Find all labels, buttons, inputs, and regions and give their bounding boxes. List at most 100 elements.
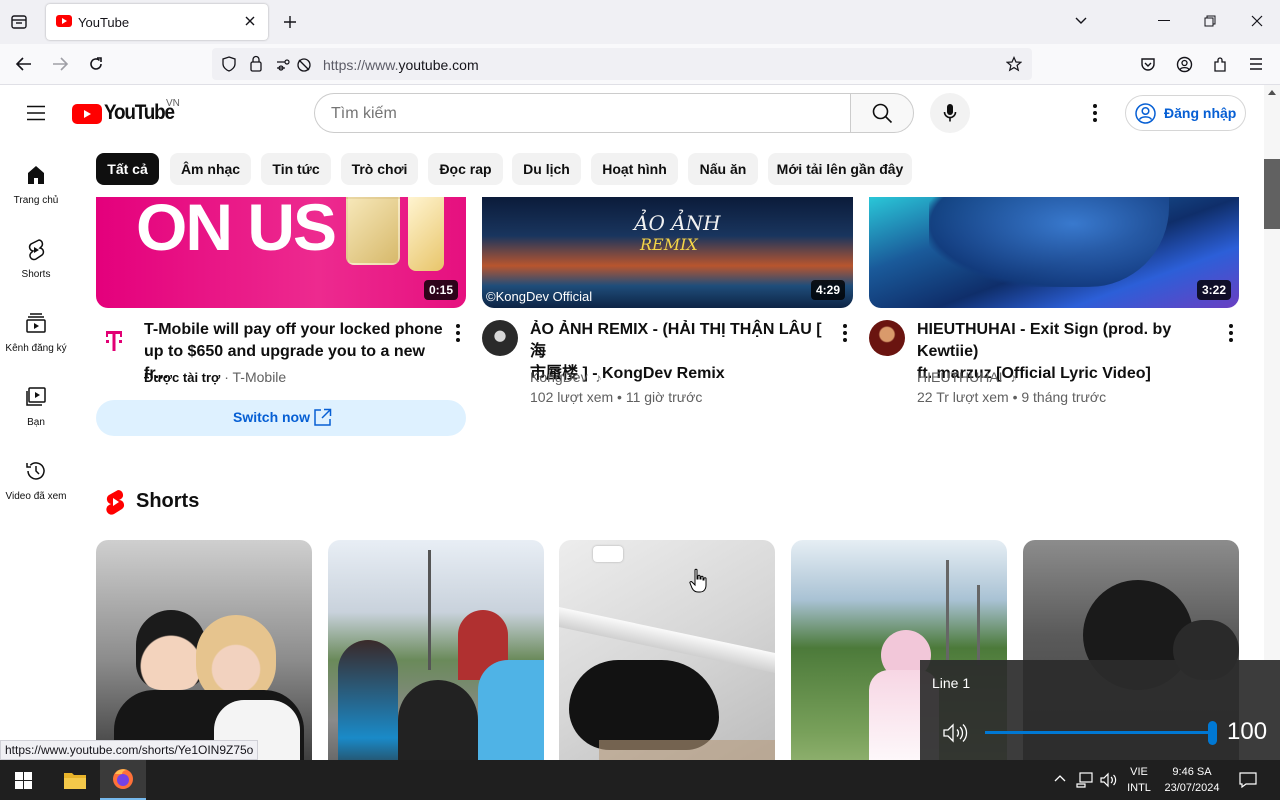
- video-stats: 102 lượt xem • 11 giờ trước: [530, 389, 703, 405]
- phone-image-2: [408, 197, 444, 271]
- logo-text: YouTube: [104, 101, 175, 124]
- guide-item-shorts[interactable]: Shorts: [0, 237, 72, 280]
- url-text[interactable]: https://www.youtube.com: [323, 57, 479, 73]
- restore-icon[interactable]: [1204, 15, 1216, 27]
- tracking-shield-icon[interactable]: [221, 56, 237, 72]
- chip-news[interactable]: Tin tức: [261, 153, 331, 185]
- ad-channel[interactable]: T-Mobile: [233, 369, 287, 385]
- windows-start-icon[interactable]: [15, 772, 32, 789]
- scrollbar-thumb[interactable]: [1264, 159, 1280, 229]
- minimize-icon[interactable]: [1158, 20, 1170, 21]
- short-thumbnail[interactable]: [96, 540, 312, 760]
- url-prefix: https://www.: [323, 57, 399, 73]
- menu-hamburger-icon[interactable]: [1249, 58, 1263, 70]
- volume-tray-icon[interactable]: [1100, 772, 1118, 788]
- chip-travel[interactable]: Du lịch: [512, 153, 581, 185]
- video-stats: 22 Tr lượt xem • 9 tháng trước: [917, 389, 1107, 405]
- channel-name[interactable]: KongDev: [530, 369, 588, 385]
- user-circle-icon: [1135, 103, 1156, 124]
- channel-avatar[interactable]: [482, 320, 518, 356]
- tab-youtube[interactable]: YouTube: [46, 4, 268, 40]
- video-title-line1: HIEUTHUHAI - Exit Sign (prod. by Kewtiie…: [917, 321, 1172, 360]
- guide-item-home[interactable]: Trang chủ: [0, 163, 72, 206]
- music-note-icon: ♪: [1010, 371, 1017, 385]
- tab-title: YouTube: [78, 15, 130, 30]
- video-channel-row: HIEUTHUHAI ♪: [917, 367, 1016, 388]
- voice-search-button[interactable]: [930, 93, 970, 133]
- thumb-sub-text: REMIX: [640, 235, 698, 254]
- channel-name[interactable]: HIEUTHUHAI: [917, 369, 1003, 385]
- search-button[interactable]: [850, 93, 914, 133]
- close-tab-icon[interactable]: [244, 15, 256, 27]
- input-language[interactable]: VIE INTL: [1126, 764, 1152, 796]
- reload-icon[interactable]: [88, 56, 104, 72]
- page-scrollbar[interactable]: [1264, 85, 1280, 760]
- person-image-2: [398, 680, 478, 760]
- clock[interactable]: 9:46 SA 23/07/2024: [1160, 764, 1224, 796]
- volume-slider-thumb[interactable]: [1208, 721, 1217, 745]
- video-menu-kebab-icon[interactable]: [843, 324, 847, 345]
- guide-menu-icon[interactable]: [26, 105, 46, 121]
- forward-arrow-icon[interactable]: [51, 56, 69, 72]
- video-thumbnail[interactable]: ẢO ẢNH REMIX ©KongDev Official 4:29: [482, 197, 853, 308]
- account-icon[interactable]: [1176, 56, 1193, 73]
- youtube-logo[interactable]: YouTube VN: [72, 98, 182, 126]
- guide-label-home: Trang chủ: [13, 195, 59, 206]
- tab-bar: YouTube: [0, 0, 1280, 44]
- you-icon: [26, 387, 46, 406]
- chip-recently-uploaded[interactable]: Mới tải lên gần đây: [768, 153, 912, 185]
- chip-animation[interactable]: Hoạt hình: [591, 153, 678, 185]
- video-thumbnail[interactable]: 3:22: [869, 197, 1239, 308]
- sponsored-label: Được tài trợ: [144, 370, 221, 385]
- action-center-icon[interactable]: [1239, 772, 1257, 788]
- network-icon[interactable]: [1076, 772, 1094, 788]
- close-window-icon[interactable]: [1251, 15, 1263, 27]
- shorts-logo-icon: [106, 490, 124, 515]
- permissions-icon[interactable]: [275, 57, 311, 73]
- chip-all[interactable]: Tất cả: [96, 153, 159, 185]
- tmobile-logo-icon[interactable]: [104, 329, 124, 353]
- channel-avatar[interactable]: [869, 320, 905, 356]
- short-thumbnail[interactable]: [328, 540, 544, 760]
- navigation-toolbar: https://www.youtube.com: [0, 44, 1280, 85]
- chip-rap[interactable]: Đọc rap: [428, 153, 503, 185]
- bookmark-star-icon[interactable]: [1006, 56, 1022, 72]
- thumb-title-text: ẢO ẢNH: [634, 211, 721, 235]
- tab-list-icon[interactable]: [10, 13, 28, 31]
- chip-cooking[interactable]: Nấu ăn: [688, 153, 758, 185]
- guide-item-history[interactable]: Video đã xem: [0, 459, 72, 502]
- list-tabs-chevron-icon[interactable]: [1074, 16, 1088, 26]
- guide-label-you: Bạn: [27, 417, 45, 428]
- search-input[interactable]: Tìm kiếm: [314, 93, 851, 133]
- lock-icon[interactable]: [249, 55, 263, 72]
- ad-thumbnail[interactable]: ON US 0:15: [96, 197, 466, 308]
- video-menu-kebab-icon[interactable]: [1229, 324, 1233, 345]
- firefox-taskbar-item[interactable]: [100, 760, 146, 800]
- guide-item-you[interactable]: Bạn: [0, 385, 72, 428]
- pocket-icon[interactable]: [1140, 56, 1156, 72]
- switch-now-button[interactable]: Switch now: [96, 400, 466, 436]
- scroll-up-arrow-icon[interactable]: [1268, 89, 1276, 95]
- sign-in-button[interactable]: Đăng nhập: [1125, 95, 1246, 131]
- url-bar[interactable]: https://www.youtube.com: [212, 48, 1032, 80]
- person-image: [338, 640, 398, 760]
- chip-games[interactable]: Trò chơi: [341, 153, 418, 185]
- volume-slider-track[interactable]: [985, 731, 1213, 734]
- music-note-icon: ♪: [595, 371, 602, 385]
- show-hidden-icons-chevron-icon[interactable]: [1054, 774, 1066, 782]
- floor-image: [599, 740, 775, 760]
- chip-music[interactable]: Âm nhạc: [170, 153, 251, 185]
- ad-thumbnail-text: ON US: [136, 197, 337, 264]
- person-image-4: [478, 660, 544, 760]
- new-tab-icon[interactable]: [282, 14, 298, 30]
- video-menu-kebab-icon[interactable]: [456, 324, 460, 345]
- short-thumbnail[interactable]: [559, 540, 775, 760]
- back-arrow-icon[interactable]: [15, 56, 33, 72]
- clock-date: 23/07/2024: [1164, 782, 1220, 794]
- file-explorer-icon[interactable]: [63, 770, 87, 790]
- microphone-icon: [943, 104, 957, 122]
- youtube-logo-icon: [72, 104, 102, 124]
- speaker-icon[interactable]: [942, 722, 968, 744]
- extensions-icon[interactable]: [1212, 56, 1228, 73]
- guide-item-subscriptions[interactable]: Kênh đăng ký: [0, 311, 72, 354]
